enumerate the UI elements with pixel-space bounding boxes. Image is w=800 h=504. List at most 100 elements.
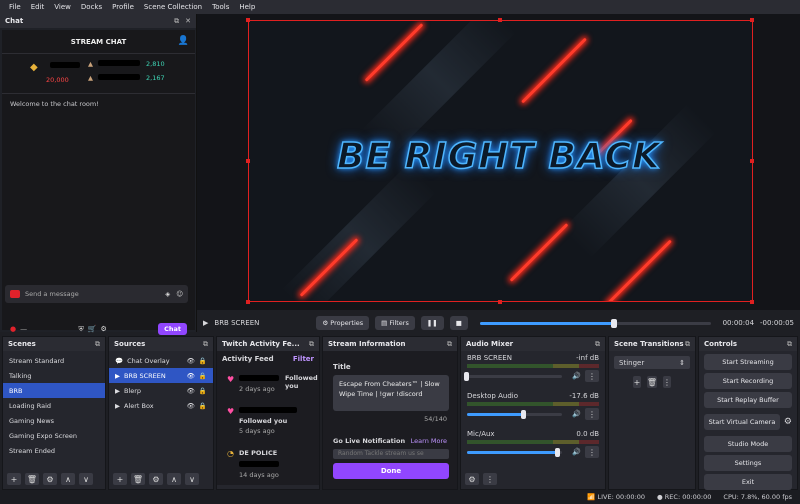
undock-icon[interactable]: ⧉ bbox=[787, 340, 792, 349]
menu-profile[interactable]: Profile bbox=[107, 3, 139, 11]
done-button[interactable]: Done bbox=[333, 463, 449, 479]
eye-icon[interactable]: 👁 bbox=[187, 402, 195, 410]
undock-icon[interactable]: ⧉ bbox=[685, 340, 690, 349]
media-progress[interactable] bbox=[479, 318, 711, 328]
lock-icon[interactable]: 🔒 bbox=[199, 372, 207, 380]
undock-icon[interactable]: ⧉ bbox=[95, 340, 100, 349]
eye-icon[interactable]: 👁 bbox=[187, 357, 195, 365]
trash-icon[interactable]: 🗑 bbox=[25, 473, 39, 485]
source-item[interactable]: 💬 Chat Overlay 👁 🔒 bbox=[109, 353, 213, 368]
filter-link[interactable]: Filter bbox=[293, 355, 314, 363]
gear-icon[interactable]: ⚙ bbox=[43, 473, 57, 485]
source-item[interactable]: ▶ Blerp 👁 🔒 bbox=[109, 383, 213, 398]
resize-handle[interactable] bbox=[750, 18, 754, 22]
bits-icon[interactable]: ◈ bbox=[165, 290, 170, 298]
resize-handle[interactable] bbox=[246, 18, 250, 22]
gear-icon[interactable]: ⚙ bbox=[149, 473, 163, 485]
slider-knob[interactable] bbox=[521, 409, 527, 419]
trash-icon[interactable]: 🗑 bbox=[131, 473, 145, 485]
scene-item[interactable]: Talking bbox=[3, 368, 105, 383]
shield-icon[interactable]: ⛨ bbox=[78, 325, 83, 334]
slider-knob[interactable] bbox=[464, 371, 469, 381]
up-icon[interactable]: ∧ bbox=[167, 473, 181, 485]
menu-docks[interactable]: Docks bbox=[76, 3, 107, 11]
transition-select[interactable]: Stinger ⇕ bbox=[614, 356, 690, 369]
more-icon[interactable]: ⋮ bbox=[585, 408, 599, 420]
eye-icon[interactable]: 👁 bbox=[187, 372, 195, 380]
scene-item[interactable]: Gaming News bbox=[3, 413, 105, 428]
stream-title-field[interactable]: Escape From Cheaters™ | Slow Wipe Time |… bbox=[333, 375, 449, 411]
menu-tools[interactable]: Tools bbox=[207, 3, 234, 11]
learn-more-link[interactable]: Learn More bbox=[411, 437, 447, 445]
scene-item[interactable]: Stream Ended bbox=[3, 443, 105, 458]
more-icon[interactable]: ⋮ bbox=[483, 473, 497, 485]
add-icon[interactable]: + bbox=[113, 473, 127, 485]
resize-handle[interactable] bbox=[246, 159, 250, 163]
undock-icon[interactable]: ⧉ bbox=[595, 340, 600, 349]
scene-item[interactable]: BRB bbox=[3, 383, 105, 398]
stop-button[interactable]: ■ bbox=[449, 316, 468, 330]
emote-icon[interactable]: ☺ bbox=[176, 290, 183, 298]
add-icon[interactable]: + bbox=[7, 473, 21, 485]
more-icon[interactable]: ⋮ bbox=[663, 376, 671, 388]
start-recording-button[interactable]: Start Recording bbox=[704, 373, 792, 389]
menu-file[interactable]: File bbox=[4, 3, 26, 11]
filters-button[interactable]: ▤ Filters bbox=[375, 316, 415, 330]
slider-knob[interactable] bbox=[554, 447, 560, 457]
down-icon[interactable]: ∨ bbox=[185, 473, 199, 485]
start-streaming-button[interactable]: Start Streaming bbox=[704, 354, 792, 370]
chat-button[interactable]: Chat bbox=[158, 323, 187, 335]
exit-button[interactable]: Exit bbox=[704, 474, 792, 490]
scene-item[interactable]: Gaming Expo Screen bbox=[3, 428, 105, 443]
speaker-icon[interactable]: 🔊 bbox=[572, 410, 581, 418]
resize-handle[interactable] bbox=[246, 300, 250, 304]
brb-scene-canvas[interactable]: BE RIGHT BACK bbox=[248, 20, 753, 302]
users-icon[interactable]: 👤 bbox=[178, 36, 189, 46]
preview-area[interactable]: BE RIGHT BACK bbox=[197, 14, 800, 310]
eye-icon[interactable]: 👁 bbox=[187, 387, 195, 395]
source-item[interactable]: ▶ BRB SCREEN 👁 🔒 bbox=[109, 368, 213, 383]
lock-icon[interactable]: 🔒 bbox=[199, 357, 207, 365]
volume-slider[interactable] bbox=[467, 447, 563, 457]
close-icon[interactable]: ✕ bbox=[185, 17, 191, 26]
points-icon[interactable]: ● bbox=[10, 325, 16, 333]
resize-handle[interactable] bbox=[750, 300, 754, 304]
resize-handle[interactable] bbox=[750, 159, 754, 163]
cart-icon[interactable]: 🛒 bbox=[88, 325, 97, 333]
volume-slider[interactable] bbox=[464, 371, 563, 381]
source-item[interactable]: ▶ Alert Box 👁 🔒 bbox=[109, 398, 213, 413]
menu-view[interactable]: View bbox=[49, 3, 76, 11]
menu-scene-collection[interactable]: Scene Collection bbox=[139, 3, 207, 11]
speaker-icon[interactable]: 🔊 bbox=[572, 448, 581, 456]
up-icon[interactable]: ∧ bbox=[61, 473, 75, 485]
undock-icon[interactable]: ⧉ bbox=[447, 340, 452, 349]
send-message-input[interactable]: Send a message ◈ ☺ bbox=[5, 285, 188, 303]
properties-button[interactable]: ⚙ Properties bbox=[316, 316, 370, 330]
studio-mode-button[interactable]: Studio Mode bbox=[704, 436, 792, 452]
menu-edit[interactable]: Edit bbox=[26, 3, 50, 11]
undock-icon[interactable]: ⧉ bbox=[203, 340, 208, 349]
go-live-notification-input[interactable]: Random Tackle stream us se bbox=[333, 449, 449, 459]
start-replay-buffer-button[interactable]: Start Replay Buffer bbox=[704, 392, 792, 408]
lock-icon[interactable]: 🔒 bbox=[199, 387, 207, 395]
start-virtual-camera-button[interactable]: Start Virtual Camera bbox=[704, 414, 780, 430]
menu-help[interactable]: Help bbox=[234, 3, 260, 11]
lock-icon[interactable]: 🔒 bbox=[199, 402, 207, 410]
speaker-icon[interactable]: 🔊 bbox=[572, 372, 581, 380]
gear-icon[interactable]: ⚙ bbox=[465, 473, 479, 485]
trash-icon[interactable]: 🗑 bbox=[646, 376, 657, 388]
more-icon[interactable]: ⋮ bbox=[585, 370, 599, 382]
more-icon[interactable]: ⋮ bbox=[585, 446, 599, 458]
undock-icon[interactable]: ⧉ bbox=[309, 340, 314, 349]
add-icon[interactable]: + bbox=[633, 376, 641, 388]
down-icon[interactable]: ∨ bbox=[79, 473, 93, 485]
pause-button[interactable]: ❚❚ bbox=[420, 316, 444, 330]
gear-icon[interactable]: ⚙ bbox=[100, 325, 106, 333]
scene-item[interactable]: Stream Standard bbox=[3, 353, 105, 368]
undock-icon[interactable]: ⧉ bbox=[174, 17, 179, 26]
resize-handle[interactable] bbox=[498, 300, 502, 304]
resize-handle[interactable] bbox=[498, 18, 502, 22]
scene-item[interactable]: Loading Raid bbox=[3, 398, 105, 413]
settings-button[interactable]: Settings bbox=[704, 455, 792, 471]
gear-icon[interactable]: ⚙ bbox=[784, 417, 792, 427]
